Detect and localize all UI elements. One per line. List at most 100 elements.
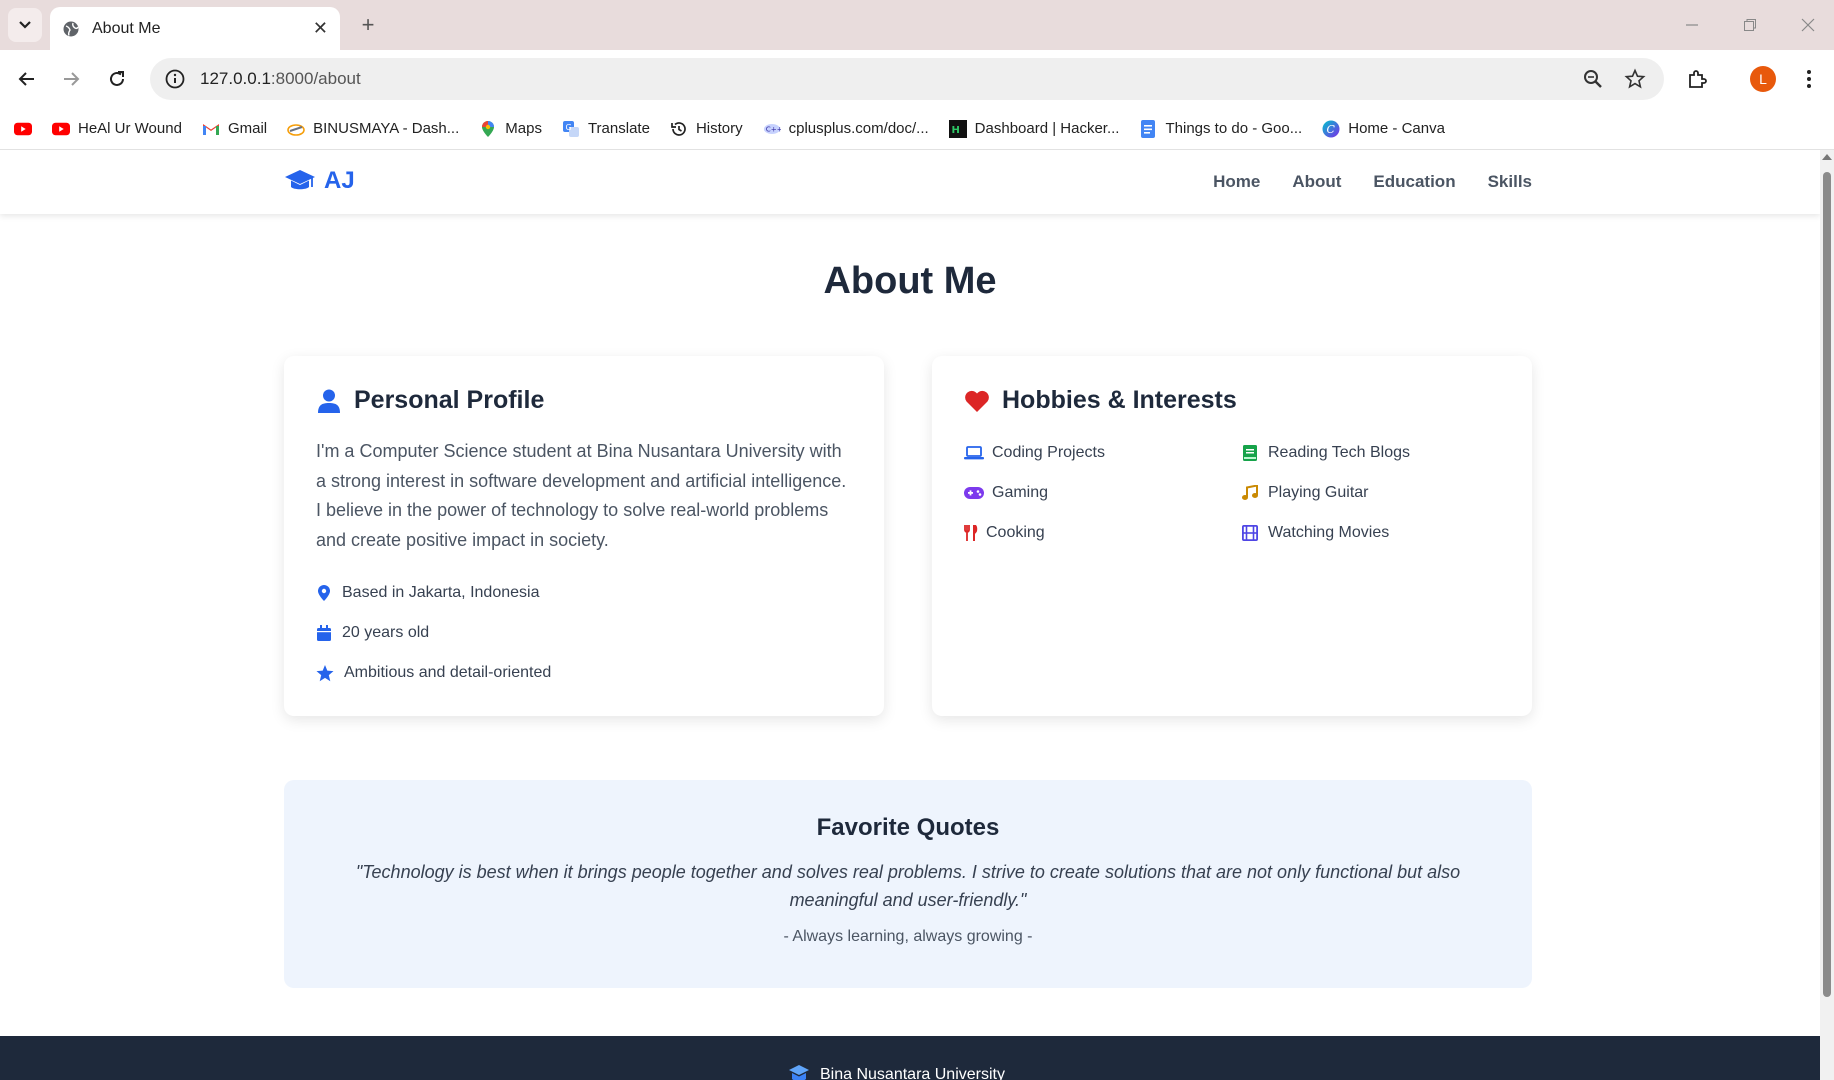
canva-icon: C bbox=[1322, 120, 1340, 138]
url-host: 127.0.0.1 bbox=[200, 69, 271, 88]
nav-link-education[interactable]: Education bbox=[1373, 172, 1455, 192]
forward-button[interactable] bbox=[54, 62, 88, 96]
personal-profile-card: Personal Profile I'm a Computer Science … bbox=[284, 356, 884, 716]
profile-bio: I'm a Computer Science student at Bina N… bbox=[316, 441, 847, 550]
browser-tab-about[interactable]: About Me ✕ bbox=[50, 7, 340, 50]
bookmark-gmail[interactable]: Gmail bbox=[202, 120, 267, 138]
favorite-quotes-section: Favorite Quotes "Technology is best when… bbox=[284, 780, 1532, 988]
hobby-text: Gaming bbox=[992, 484, 1049, 501]
bookmark-label: Maps bbox=[505, 120, 542, 137]
svg-text:H: H bbox=[951, 125, 959, 136]
puzzle-icon bbox=[1689, 70, 1707, 88]
bookmark-binusmaya[interactable]: BINUSMAYA - Dash... bbox=[287, 120, 459, 138]
tab-title: About Me bbox=[92, 19, 161, 37]
profile-heading-text: Personal Profile bbox=[354, 386, 545, 414]
location-pin-icon bbox=[316, 584, 332, 602]
hobby-gaming: Gaming bbox=[964, 473, 1240, 513]
bookmark-canva[interactable]: C Home - Canva bbox=[1322, 120, 1445, 138]
bookmark-label: Gmail bbox=[227, 120, 268, 137]
bookmark-youtube[interactable] bbox=[14, 120, 40, 138]
bookmark-label: BINUSMAYA - Dash... bbox=[313, 120, 460, 137]
quote-text: "Technology is best when it brings peopl… bbox=[355, 862, 1461, 910]
hobby-playing-guitar: Playing Guitar bbox=[1240, 473, 1516, 513]
fact-location: Based in Jakarta, Indonesia bbox=[316, 573, 852, 613]
footer-brand: Bina Nusantara University bbox=[788, 1064, 1005, 1080]
bookmark-heal-ur-wound[interactable]: HeAl Ur Wound bbox=[52, 120, 182, 138]
youtube-icon bbox=[14, 120, 32, 138]
site-navbar: AJ Home About Education Skills bbox=[0, 150, 1820, 214]
nav-link-home[interactable]: Home bbox=[1213, 172, 1260, 192]
bookmark-label: HeAl Ur Wound bbox=[78, 120, 182, 137]
tab-search-button[interactable] bbox=[8, 8, 42, 42]
scrollbar-thumb[interactable] bbox=[1823, 172, 1831, 997]
url-path: :8000/about bbox=[270, 69, 361, 88]
address-bar[interactable]: 127.0.0.1:8000/about bbox=[150, 58, 1664, 100]
brand-text: AJ bbox=[324, 167, 355, 194]
gamepad-icon bbox=[964, 484, 984, 502]
bookmark-label: Translate bbox=[587, 120, 650, 137]
bookmark-things-to-do[interactable]: Things to do - Goo... bbox=[1139, 119, 1302, 138]
site-info-icon[interactable] bbox=[164, 68, 186, 90]
hobby-text: Watching Movies bbox=[1268, 524, 1390, 541]
fact-text: Based in Jakarta, Indonesia bbox=[342, 584, 540, 601]
minimize-button[interactable] bbox=[1664, 0, 1720, 50]
fact-age: 20 years old bbox=[316, 613, 852, 653]
hobby-text: Coding Projects bbox=[992, 444, 1105, 461]
site-menu: Home About Education Skills bbox=[1181, 172, 1532, 192]
bookmark-star-icon[interactable] bbox=[1624, 68, 1646, 90]
extensions-button[interactable] bbox=[1680, 62, 1714, 96]
browser-toolbar: 127.0.0.1:8000/about bbox=[0, 50, 1834, 108]
hobby-coding-projects: Coding Projects bbox=[964, 433, 1240, 473]
url-text: 127.0.0.1:8000/about bbox=[200, 69, 361, 89]
hobby-text: Playing Guitar bbox=[1268, 484, 1369, 501]
chevron-down-icon bbox=[19, 21, 31, 29]
bookmark-label: Dashboard | Hacker... bbox=[974, 120, 1120, 137]
bookmark-maps[interactable]: Maps bbox=[479, 120, 542, 138]
browser-tabstrip: About Me ✕ + bbox=[0, 0, 1834, 50]
nav-link-skills[interactable]: Skills bbox=[1488, 172, 1532, 192]
maps-icon bbox=[479, 120, 497, 138]
bookmark-label: cplusplus.com/doc/... bbox=[788, 120, 929, 137]
restore-icon bbox=[1744, 19, 1756, 31]
bookmark-cplusplus[interactable]: C++ cplusplus.com/doc/... bbox=[763, 120, 929, 138]
forward-arrow-icon bbox=[64, 72, 80, 86]
site-brand[interactable]: AJ bbox=[284, 167, 355, 195]
close-window-button[interactable] bbox=[1780, 0, 1834, 50]
profile-avatar[interactable]: L bbox=[1750, 66, 1776, 92]
scroll-up-arrow-icon[interactable] bbox=[1822, 154, 1832, 160]
restore-button[interactable] bbox=[1722, 0, 1778, 50]
globe-icon bbox=[63, 21, 79, 36]
bookmark-hackerrank[interactable]: H Dashboard | Hacker... bbox=[948, 119, 1120, 138]
translate-icon: G bbox=[562, 120, 580, 138]
bookmark-translate[interactable]: G Translate bbox=[562, 120, 650, 138]
site-footer: Bina Nusantara University bbox=[0, 1036, 1820, 1080]
reload-button[interactable] bbox=[100, 62, 134, 96]
quote-signature: - Always learning, always growing - bbox=[783, 928, 1033, 945]
bookmark-history[interactable]: History bbox=[670, 120, 743, 138]
hobby-cooking: Cooking bbox=[964, 513, 1240, 553]
bookmark-label: History bbox=[695, 120, 743, 137]
minimize-icon bbox=[1686, 24, 1698, 26]
fact-trait: Ambitious and detail-oriented bbox=[316, 653, 852, 693]
youtube-icon bbox=[52, 120, 70, 138]
browser-menu-button[interactable] bbox=[1792, 62, 1826, 96]
bookmark-label: Home - Canva bbox=[1348, 120, 1445, 137]
star-icon bbox=[316, 664, 334, 682]
back-button[interactable] bbox=[10, 62, 44, 96]
tab-close-icon[interactable]: ✕ bbox=[313, 18, 328, 39]
heart-icon bbox=[964, 388, 990, 414]
close-icon bbox=[1801, 18, 1815, 32]
hobbies-heading: Hobbies & Interests bbox=[964, 386, 1500, 415]
graduation-cap-icon bbox=[285, 170, 315, 190]
page-viewport: AJ Home About Education Skills About Me … bbox=[0, 150, 1820, 1080]
new-tab-button[interactable]: + bbox=[355, 12, 381, 38]
nav-link-about[interactable]: About bbox=[1292, 172, 1341, 192]
profile-heading: Personal Profile bbox=[316, 386, 852, 415]
svg-text:C++: C++ bbox=[765, 124, 780, 133]
history-icon bbox=[670, 120, 688, 138]
page-scrollbar[interactable] bbox=[1820, 150, 1834, 1080]
gmail-icon bbox=[202, 120, 220, 138]
music-icon bbox=[1240, 484, 1260, 502]
zoom-icon[interactable] bbox=[1582, 68, 1604, 90]
hobby-text: Cooking bbox=[986, 524, 1045, 541]
